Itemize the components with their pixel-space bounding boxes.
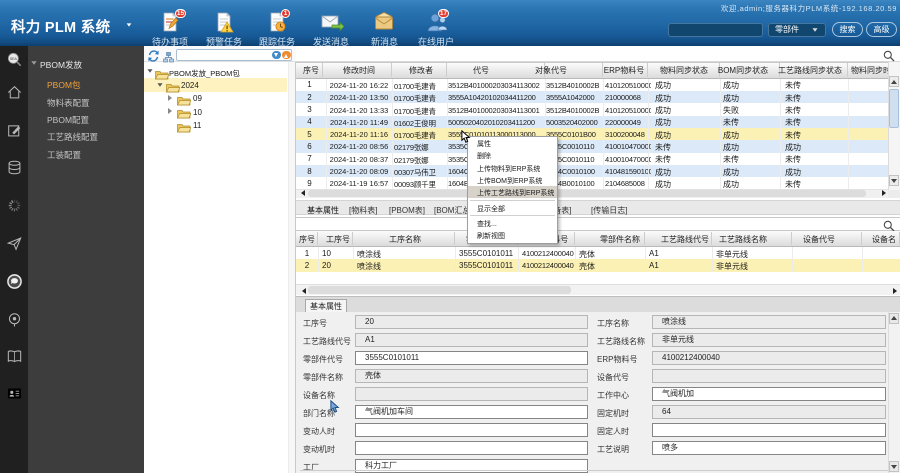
svg-text:SEA: SEA bbox=[10, 57, 18, 61]
